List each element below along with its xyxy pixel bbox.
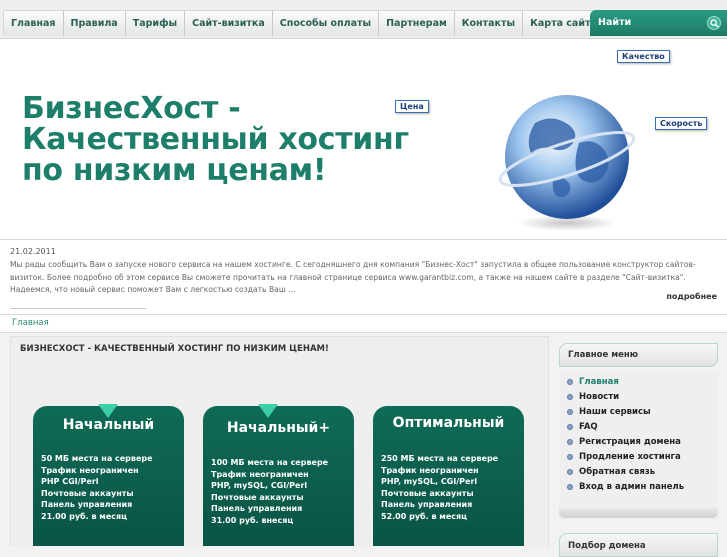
read-more-link[interactable]: подробнее <box>666 292 717 301</box>
plan-title: Оптимальный <box>392 415 505 431</box>
breadcrumb-home[interactable]: Главная <box>12 318 49 328</box>
plan-feature: PHP, mySQL, CGI/Perl <box>211 481 308 491</box>
bullet-icon <box>567 453 573 460</box>
search-label: Найти <box>598 17 632 28</box>
headline-line-3: по низким ценам! <box>22 153 327 188</box>
plan-feature: 250 МБ места на сервере <box>381 454 499 463</box>
bullet-icon <box>567 408 573 415</box>
nav-item-payment[interactable]: Способы оплаты <box>272 10 380 36</box>
nav-item-tariffs[interactable]: Тарифы <box>125 10 186 36</box>
bullet-icon <box>567 423 573 430</box>
main-menu-header: Главное меню <box>559 343 718 367</box>
breadcrumb: Главная <box>0 315 727 333</box>
bullet-icon <box>567 468 573 475</box>
nav-item-contacts[interactable]: Контакты <box>454 10 524 36</box>
nav-item-rules[interactable]: Правила <box>63 10 126 36</box>
search-icon <box>710 19 719 28</box>
plan-title: Начальный+ <box>226 420 331 436</box>
bullet-icon <box>567 483 573 490</box>
nav-item-partners[interactable]: Партнерам <box>379 10 455 36</box>
menu-item-label: Регистрация домена <box>579 437 681 447</box>
plan-feature: Панель управления <box>41 500 133 510</box>
bullet-icon <box>567 393 573 400</box>
menu-item-admin-login[interactable]: Вход в админ панель <box>567 482 684 496</box>
plan-features: 100 МБ места на сервере Трафик неогранич… <box>211 457 328 527</box>
plan-features: 250 МБ места на сервере Трафик неогранич… <box>381 453 498 523</box>
tag-speed: Скорость <box>655 117 708 130</box>
plan-feature: Почтовые аккаунты <box>41 488 134 498</box>
menu-item-faq[interactable]: FAQ <box>567 422 598 436</box>
banner-headline: БизнесХост - Качественный хостинг по низ… <box>22 93 409 186</box>
plan-card-optimal[interactable]: Оптимальный 250 МБ места на сервере Траф… <box>373 406 524 546</box>
plan-title: Начальный <box>62 417 155 433</box>
header-banner: БизнесХост - Качественный хостинг по низ… <box>0 39 727 240</box>
sidebar: Главное меню Главная Новости Наши сервис… <box>559 336 719 557</box>
plan-feature: Трафик неограничен <box>381 465 479 475</box>
search-button[interactable] <box>707 16 721 30</box>
plan-feature: 100 МБ места на сервере <box>211 458 329 467</box>
domain-search-header: Подбор домена <box>559 533 718 557</box>
menu-item-label: Обратная связь <box>579 467 656 477</box>
menu-item-label: FAQ <box>579 422 598 432</box>
menu-item-label: Главная <box>579 377 619 387</box>
plan-card-basic-plus[interactable]: Начальный+ 100 МБ места на сервере Трафи… <box>203 404 354 546</box>
news-date: 21.02.2011 <box>10 247 56 256</box>
menu-item-services[interactable]: Наши сервисы <box>567 407 651 421</box>
menu-footer <box>559 508 718 518</box>
plan-feature: 50 МБ места на сервере <box>41 454 153 463</box>
menu-item-label: Вход в админ панель <box>579 482 685 492</box>
plan-feature: Трафик неограничен <box>211 469 309 479</box>
plan-price: 52.00 руб. в месяц <box>381 511 468 521</box>
nav-item-business-card[interactable]: Сайт-визитка <box>185 10 273 36</box>
globe-illustration <box>498 95 636 231</box>
plan-features: 50 МБ места на сервере Трафик неограниче… <box>41 453 153 523</box>
menu-item-news[interactable]: Новости <box>567 392 619 406</box>
main-menu: Главная Новости Наши сервисы FAQ Регистр… <box>559 372 718 519</box>
plan-card-basic[interactable]: Начальный 50 МБ места на сервере Трафик … <box>33 404 184 546</box>
plan-feature: PHP CGI/Perl <box>41 477 99 487</box>
news-block: 21.02.2011 Мы рады сообщить Вам о запуск… <box>0 240 727 315</box>
plan-feature: Трафик неограничен <box>41 465 139 475</box>
plan-price: 31.00 руб. внесяц <box>211 515 294 525</box>
plan-feature: PHP, mySQL, CGI/Perl <box>381 477 478 487</box>
menu-item-label: Наши сервисы <box>579 407 651 417</box>
nav-bar: Главная Правила Тарифы Сайт-визитка Спос… <box>3 10 671 36</box>
bullet-icon <box>567 378 573 385</box>
main-content: БИЗНЕСХОСТ - КАЧЕСТВЕННЫЙ ХОСТИНГ ПО НИЗ… <box>10 336 549 546</box>
plan-arrow-icon <box>258 404 278 418</box>
plan-feature: Почтовые аккаунты <box>381 488 474 498</box>
plan-feature: Панель управления <box>381 500 473 510</box>
menu-item-feedback[interactable]: Обратная связь <box>567 467 655 481</box>
search-box[interactable]: Найти <box>590 10 727 36</box>
tag-quality: Качество <box>617 50 670 63</box>
main-menu-title: Главное меню <box>568 350 639 360</box>
menu-item-label: Продление хостинга <box>579 452 681 462</box>
plan-feature: Почтовые аккаунты <box>211 492 304 502</box>
top-navigation: Главная Правила Тарифы Сайт-визитка Спос… <box>0 0 727 39</box>
menu-item-hosting-renewal[interactable]: Продление хостинга <box>567 452 681 466</box>
menu-item-label: Новости <box>579 392 620 402</box>
tag-price: Цена <box>395 100 429 113</box>
news-divider <box>10 308 146 309</box>
menu-item-home[interactable]: Главная <box>567 377 619 391</box>
bullet-icon <box>567 438 573 445</box>
nav-item-home[interactable]: Главная <box>3 10 64 36</box>
plan-feature: Панель управления <box>211 504 303 514</box>
menu-item-domain-registration[interactable]: Регистрация домена <box>567 437 681 451</box>
headline-line-1: БизнесХост - <box>22 91 241 126</box>
plan-arrow-icon <box>98 404 118 418</box>
page-title: БИЗНЕСХОСТ - КАЧЕСТВЕННЫЙ ХОСТИНГ ПО НИЗ… <box>20 344 329 354</box>
headline-line-2: Качественный хостинг <box>22 122 409 157</box>
domain-search-title: Подбор домена <box>568 541 646 551</box>
plan-price: 21.00 руб. в месяц <box>41 511 128 521</box>
news-text: Мы рады сообщить Вам о запуске нового се… <box>10 260 696 294</box>
